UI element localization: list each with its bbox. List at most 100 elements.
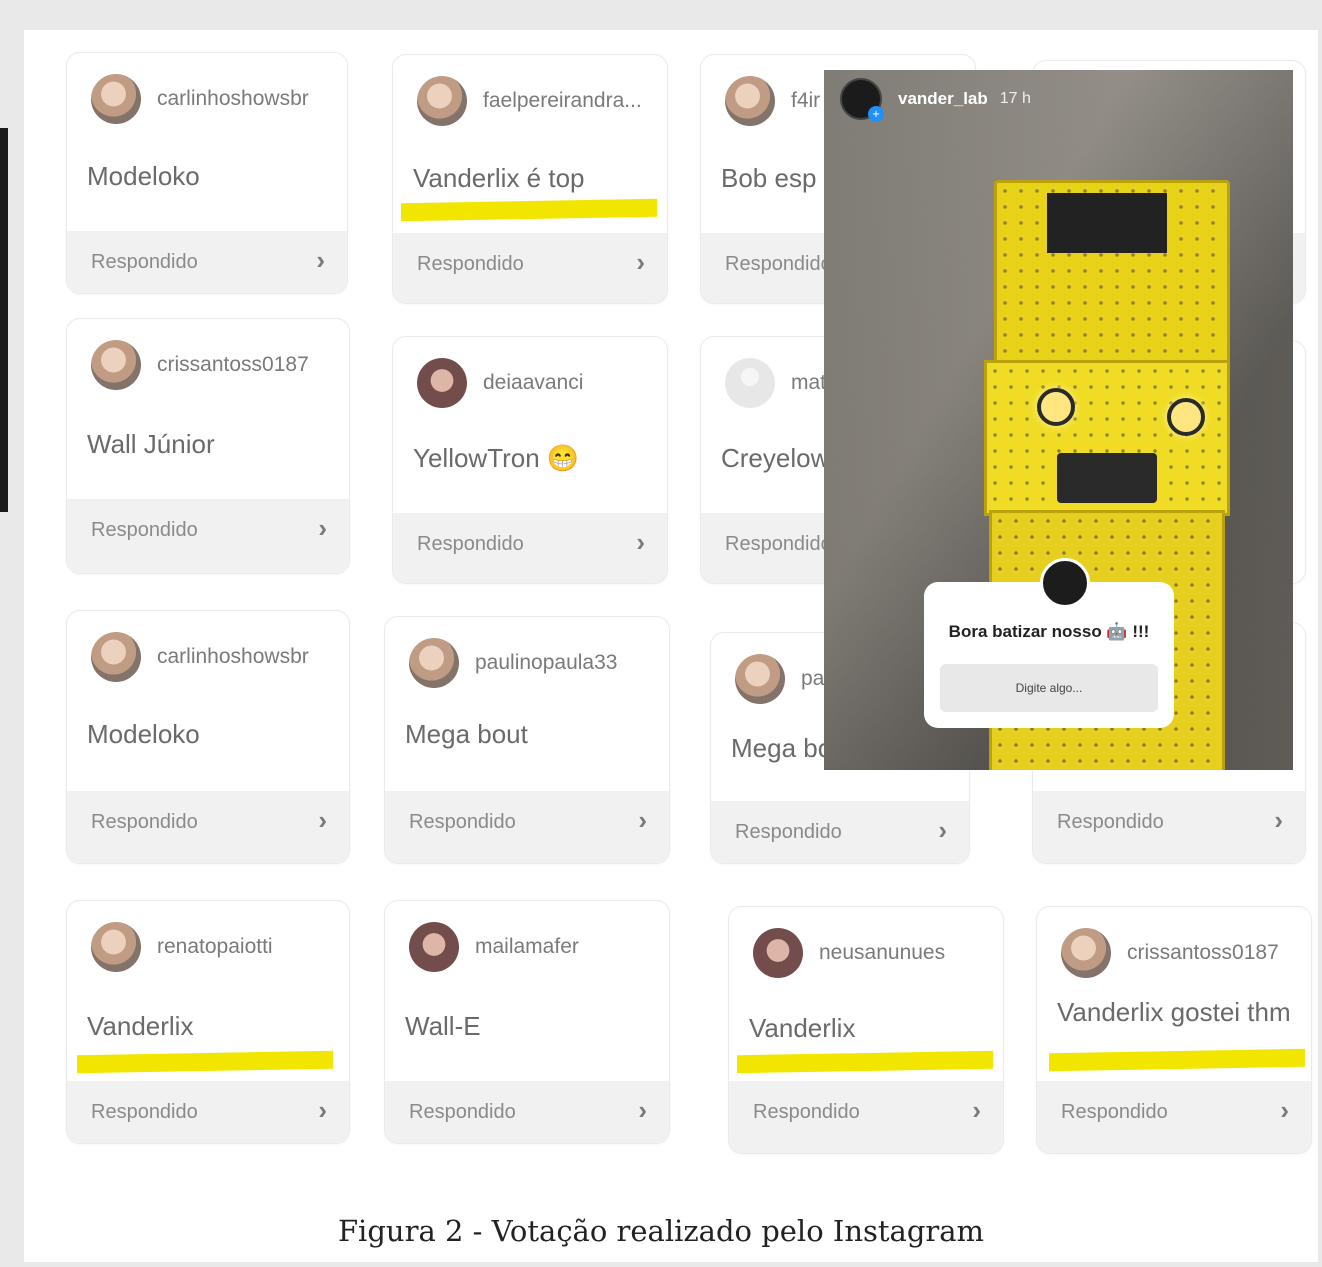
robot-eye (1167, 398, 1205, 436)
story-avatar[interactable]: + (840, 78, 884, 122)
status-label: Respondido (91, 251, 198, 273)
story-time: 17 h (999, 90, 1031, 107)
status-label: Respondido (753, 1101, 860, 1123)
plus-icon: + (868, 106, 884, 122)
answer-text: Vanderlix (749, 1013, 856, 1043)
chevron-right-icon[interactable]: › (1280, 1095, 1289, 1126)
card-footer[interactable]: Respondido › (393, 233, 667, 303)
yellow-highlight (1049, 1048, 1305, 1072)
response-card[interactable]: deiaavanci YellowTron 😁 Respondido › (392, 336, 668, 584)
instagram-story-overlay: + vander_lab 17 h Bora batizar nosso 🤖 !… (824, 70, 1293, 770)
chevron-right-icon[interactable]: › (938, 815, 947, 846)
username: renatopaiotti (157, 935, 273, 958)
response-card[interactable]: crissantoss0187 Wall Júnior Respondido › (66, 318, 350, 574)
username: mat (791, 371, 827, 394)
figure-caption: Figura 2 - Votação realizado pelo Instag… (337, 1214, 985, 1248)
story-header: + vander_lab 17 h (840, 78, 1031, 122)
username: mailamafer (475, 935, 579, 958)
avatar (91, 74, 141, 124)
answer-input[interactable]: Digite algo... (940, 664, 1158, 712)
card-footer[interactable]: Respondido › (385, 1081, 669, 1143)
username: crissantoss0187 (1127, 941, 1279, 964)
card-footer[interactable]: Respondido › (1033, 791, 1305, 863)
yellow-highlight (401, 198, 657, 222)
username: carlinhoshowsbr (157, 87, 309, 110)
left-edge-bar (0, 128, 8, 512)
card-footer[interactable]: Respondido › (67, 231, 347, 293)
status-label: Respondido (735, 821, 842, 843)
status-label: Respondido (725, 253, 832, 275)
chevron-right-icon[interactable]: › (636, 247, 645, 278)
card-footer[interactable]: Respondido › (729, 1081, 1003, 1153)
response-card[interactable]: carlinhoshowsbr Modeloko Respondido › (66, 610, 350, 864)
card-footer[interactable]: Respondido › (385, 791, 669, 863)
chevron-right-icon[interactable]: › (638, 805, 647, 836)
avatar-placeholder-icon (725, 358, 775, 408)
answer-text: Mega bout (405, 719, 528, 749)
card-footer[interactable]: Respondido › (67, 499, 349, 573)
response-card[interactable]: carlinhoshowsbr Modeloko Respondido › (66, 52, 348, 294)
avatar (409, 922, 459, 972)
answer-text: Vanderlix gostei thm (1057, 997, 1291, 1027)
status-label: Respondido (417, 533, 524, 555)
answer-text: Vanderlix (87, 1011, 194, 1041)
avatar (417, 76, 467, 126)
question-sticker-avatar (1040, 558, 1090, 608)
card-footer[interactable]: Respondido › (393, 513, 667, 583)
username: f4ir (791, 89, 821, 112)
status-label: Respondido (91, 811, 198, 833)
username: neusanunues (819, 941, 946, 964)
username: crissantoss0187 (157, 353, 309, 376)
status-label: Respondido (1061, 1101, 1168, 1123)
status-label: Respondido (91, 1101, 198, 1123)
status-label: Respondido (417, 253, 524, 275)
response-card[interactable]: crissantoss0187 Vanderlix gostei thm Res… (1036, 906, 1312, 1154)
response-card[interactable]: paulinopaula33 Mega bout Respondido › (384, 616, 670, 864)
chevron-right-icon[interactable]: › (318, 805, 327, 836)
avatar (735, 654, 785, 704)
avatar (753, 928, 803, 978)
question-sticker: Bora batizar nosso 🤖 !!! Digite algo... (924, 558, 1174, 728)
status-label: Respondido (409, 1101, 516, 1123)
status-label: Respondido (1057, 811, 1164, 833)
username: carlinhoshowsbr (157, 645, 309, 668)
response-card[interactable]: mailamafer Wall-E Respondido › (384, 900, 670, 1144)
username: paulinopaula33 (475, 651, 618, 674)
avatar (725, 76, 775, 126)
yellow-highlight (737, 1050, 993, 1074)
card-footer[interactable]: Respondido › (67, 1081, 349, 1143)
avatar (1061, 928, 1111, 978)
username: deiaavanci (483, 371, 584, 394)
response-card[interactable]: neusanunues Vanderlix Respondido › (728, 906, 1004, 1154)
status-label: Respondido (409, 811, 516, 833)
chevron-right-icon[interactable]: › (636, 527, 645, 558)
response-card[interactable]: renatopaiotti Vanderlix Respondido › (66, 900, 350, 1144)
avatar (91, 340, 141, 390)
avatar (91, 632, 141, 682)
answer-text: YellowTron 😁 (413, 443, 580, 473)
card-footer[interactable]: Respondido › (1037, 1081, 1311, 1153)
avatar (417, 358, 467, 408)
chevron-right-icon[interactable]: › (972, 1095, 981, 1126)
status-label: Respondido (91, 519, 198, 541)
answer-text: Modeloko (87, 719, 200, 749)
chevron-right-icon[interactable]: › (316, 245, 325, 276)
question-text: Bora batizar nosso 🤖 !!! (948, 622, 1150, 641)
yellow-highlight (77, 1050, 333, 1074)
answer-text: Wall Júnior (87, 429, 215, 459)
robot-eye (1037, 388, 1075, 426)
answer-text: Wall-E (405, 1011, 481, 1041)
username: faelpereirandra... (483, 89, 642, 112)
response-card[interactable]: faelpereirandra... Vanderlix é top Respo… (392, 54, 668, 304)
card-footer[interactable]: Respondido › (711, 801, 969, 863)
chevron-right-icon[interactable]: › (1274, 805, 1283, 836)
chevron-right-icon[interactable]: › (318, 1095, 327, 1126)
chevron-right-icon[interactable]: › (638, 1095, 647, 1126)
avatar (409, 638, 459, 688)
card-footer[interactable]: Respondido › (67, 791, 349, 863)
answer-text: Vanderlix é top (413, 163, 585, 193)
robot-mouth (1057, 453, 1157, 503)
avatar (91, 922, 141, 972)
story-username[interactable]: vander_lab (898, 89, 988, 109)
chevron-right-icon[interactable]: › (318, 513, 327, 544)
